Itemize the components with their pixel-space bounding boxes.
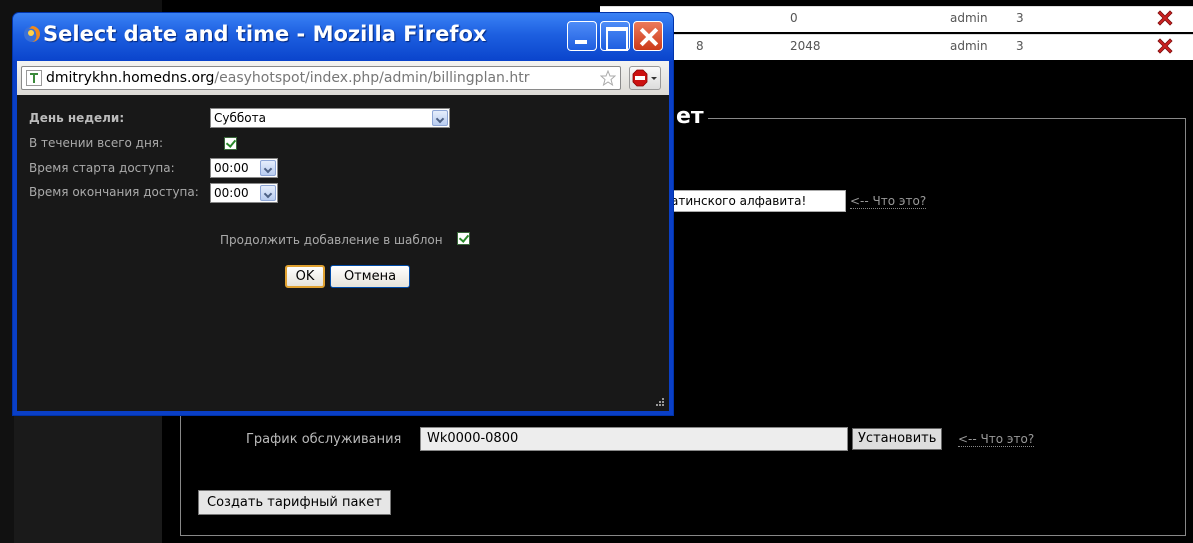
url-field[interactable]: dmitrykhn.homedns.org/easyhotspot/index.…	[21, 66, 621, 90]
table-cell-speed: 0	[790, 11, 798, 25]
window-titlebar[interactable]: Select date and time - Mozilla Firefox	[13, 13, 673, 61]
schedule-label: График обслуживания	[246, 432, 402, 447]
day-of-week-value: Суббота	[214, 111, 266, 125]
all-day-checkbox[interactable]	[224, 137, 237, 150]
url-host: dmitrykhn.homedns.org	[46, 70, 215, 86]
plan-name-input[interactable]: атинского алфавита!	[670, 190, 846, 212]
maximize-button[interactable]	[600, 21, 630, 51]
all-day-label: В течении всего дня:	[29, 136, 164, 150]
whatis-link[interactable]: <-- Что это?	[850, 194, 927, 209]
table-cell-speed: 2048	[790, 39, 821, 53]
chevron-down-icon[interactable]	[432, 110, 448, 126]
chevron-down-icon[interactable]	[260, 185, 276, 201]
day-of-week-label: День недели:	[29, 111, 125, 125]
url-text: dmitrykhn.homedns.org/easyhotspot/index.…	[46, 67, 529, 89]
create-plan-button[interactable]: Создать тарифный пакет	[198, 490, 391, 515]
delete-icon[interactable]	[1155, 36, 1175, 56]
adblock-button[interactable]	[629, 66, 661, 90]
chevron-down-icon[interactable]	[260, 160, 276, 176]
resize-grip-icon[interactable]	[655, 397, 665, 407]
delete-icon[interactable]	[1155, 8, 1175, 28]
url-path: /easyhotspot/index.php/admin/billingplan…	[214, 70, 530, 86]
minimize-button[interactable]	[567, 21, 597, 51]
end-time-value: 00:00	[214, 186, 249, 200]
day-of-week-select[interactable]: Суббота	[210, 108, 450, 128]
start-time-label: Время старта доступа:	[29, 161, 175, 175]
start-time-select[interactable]: 00:00	[210, 158, 278, 178]
table-cell-num: 3	[1016, 11, 1024, 25]
close-button[interactable]	[633, 21, 663, 51]
table-cell-num: 3	[1016, 39, 1024, 53]
end-time-label: Время окончания доступа:	[29, 185, 199, 199]
table-row: 0 admin 3	[600, 6, 1193, 32]
adblock-icon	[632, 69, 657, 87]
table-cell-user: admin	[950, 11, 988, 25]
start-time-value: 00:00	[214, 161, 249, 175]
table-row: 8 2048 admin 3	[600, 34, 1193, 60]
table-cell-id: 8	[696, 39, 704, 53]
dialog-content: День недели: Суббота В течении всего дня…	[17, 95, 669, 411]
site-icon	[26, 70, 42, 86]
table-cell-user: admin	[950, 39, 988, 53]
firefox-icon	[24, 26, 40, 42]
bookmark-star-icon[interactable]	[600, 70, 616, 86]
cancel-button[interactable]: Отмена	[330, 265, 410, 288]
whatis-link[interactable]: <-- Что это?	[958, 432, 1035, 447]
schedule-input[interactable]: Wk0000-0800	[420, 427, 848, 451]
set-schedule-button[interactable]: Установить	[852, 428, 943, 450]
end-time-select[interactable]: 00:00	[210, 183, 278, 203]
continue-adding-label: Продолжить добавление в шаблон	[220, 233, 443, 247]
fieldset-legend: ет	[672, 104, 708, 129]
continue-adding-checkbox[interactable]	[457, 232, 470, 245]
address-bar: dmitrykhn.homedns.org/easyhotspot/index.…	[17, 61, 669, 95]
popup-window: Select date and time - Mozilla Firefox d…	[12, 12, 674, 416]
ok-button[interactable]: OK	[285, 265, 325, 288]
window-title: Select date and time - Mozilla Firefox	[43, 22, 487, 46]
